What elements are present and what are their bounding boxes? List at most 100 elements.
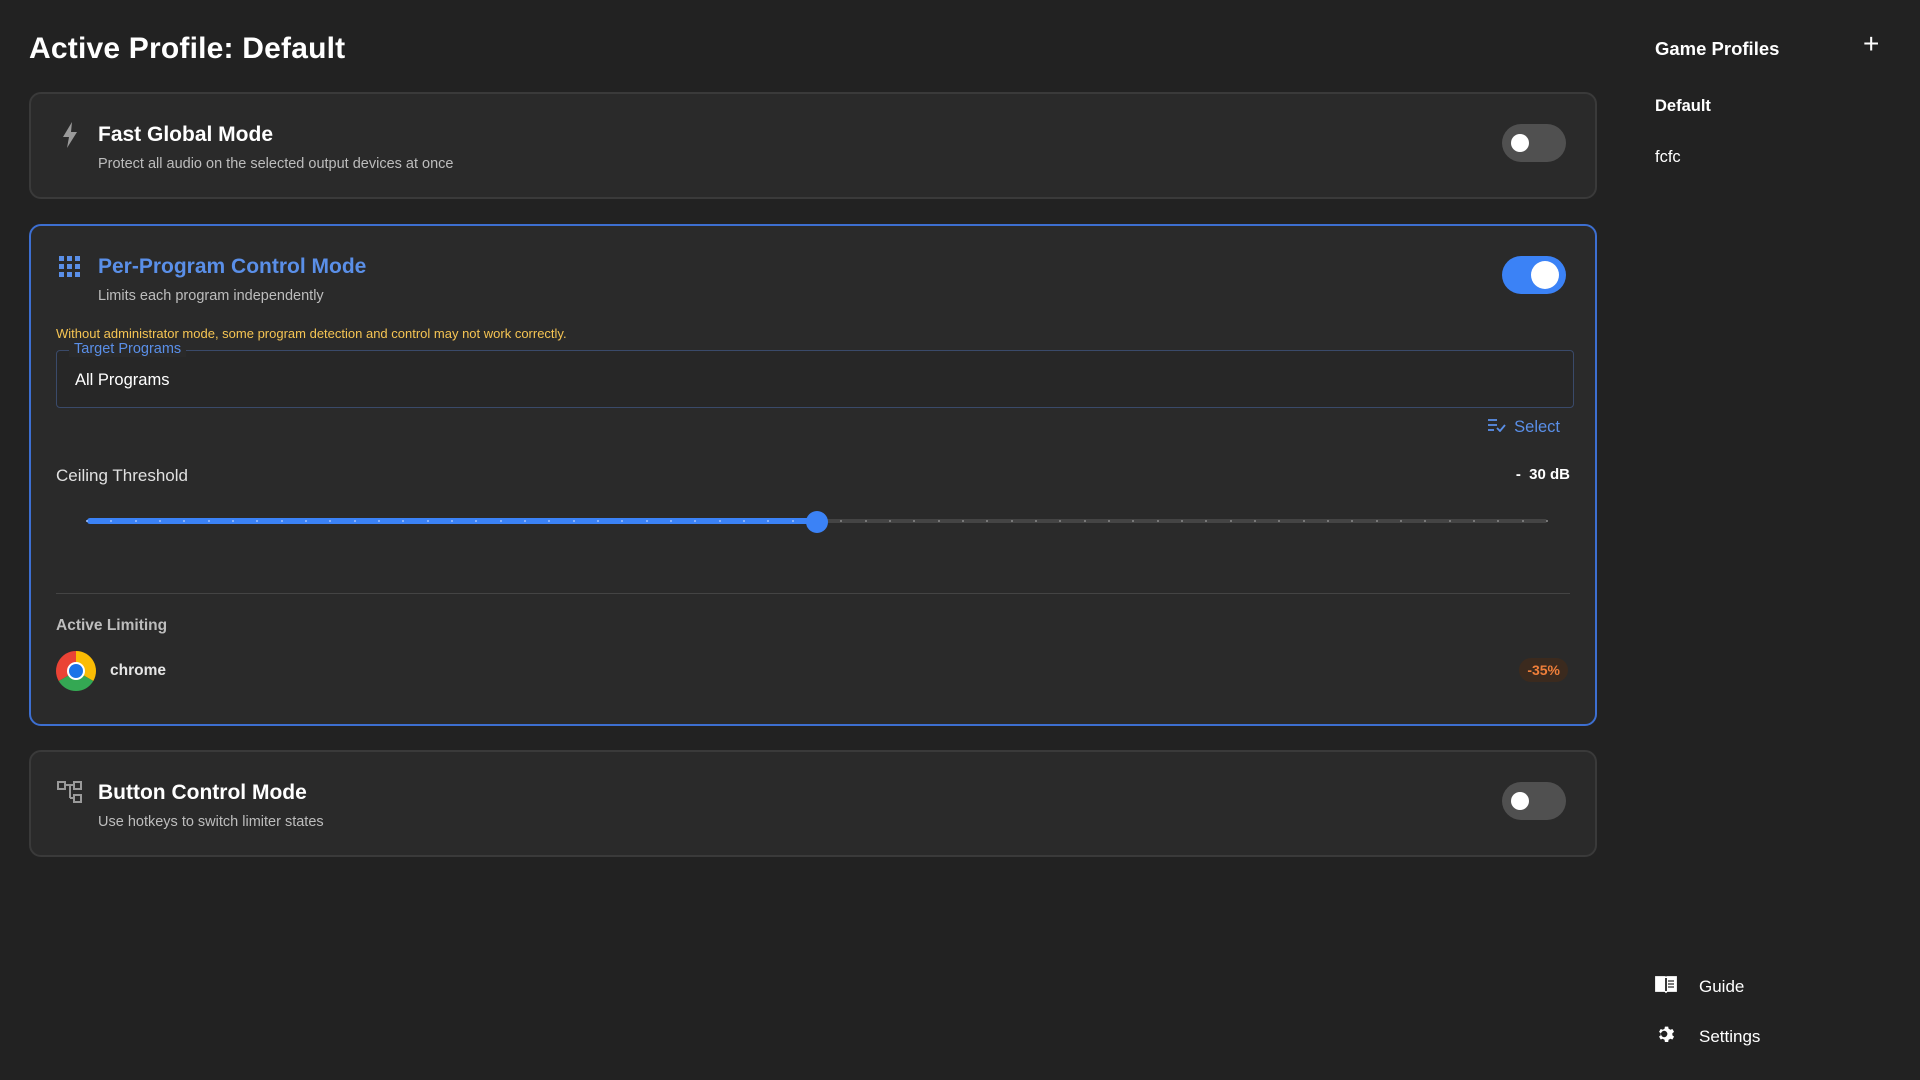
slider-tick — [889, 520, 891, 522]
button-control-mode-subtitle: Use hotkeys to switch limiter states — [98, 814, 324, 830]
per-program-mode-subtitle: Limits each program independently — [98, 288, 324, 304]
slider-tick — [938, 520, 940, 522]
slider-tick — [1449, 520, 1451, 522]
slider-tick — [1522, 520, 1524, 522]
slider-tick — [110, 520, 112, 522]
ceiling-threshold-label: Ceiling Threshold — [56, 466, 188, 485]
toggle-knob — [1511, 134, 1529, 152]
select-programs-button[interactable]: Select — [1488, 418, 1560, 437]
slider-tick — [524, 520, 526, 522]
grid-icon — [59, 256, 81, 280]
slider-tick — [427, 520, 429, 522]
slider-tick — [1059, 520, 1061, 522]
slider-tick — [1546, 520, 1548, 522]
slider-tick — [1157, 520, 1159, 522]
slider-tick — [183, 520, 185, 522]
slider-tick — [694, 520, 696, 522]
slider-tick — [305, 520, 307, 522]
fast-global-mode-card: Fast Global Mode Protect all audio on th… — [29, 92, 1597, 199]
slider-tick — [256, 520, 258, 522]
slider-tick — [865, 520, 867, 522]
target-programs-label: Target Programs — [69, 341, 187, 357]
game-profiles-title: Game Profiles — [1655, 38, 1780, 59]
guide-label: Guide — [1699, 976, 1745, 996]
slider-tick — [1205, 520, 1207, 522]
settings-button[interactable]: Settings — [1655, 1023, 1760, 1050]
slider-tick — [1327, 520, 1329, 522]
page-title: Active Profile: Default — [29, 32, 346, 65]
slider-thumb[interactable] — [806, 511, 828, 533]
slider-tick — [913, 520, 915, 522]
button-control-mode-toggle[interactable] — [1502, 782, 1566, 820]
slider-tick — [281, 520, 283, 522]
slider-tick — [378, 520, 380, 522]
select-label: Select — [1514, 418, 1560, 436]
button-control-mode-title: Button Control Mode — [98, 781, 307, 804]
active-limiting-label: Active Limiting — [56, 617, 168, 634]
slider-tick — [548, 520, 550, 522]
slider-tick — [159, 520, 161, 522]
slider-tick — [1181, 520, 1183, 522]
slider-tick — [792, 520, 794, 522]
slider-tick — [1108, 520, 1110, 522]
ceiling-threshold-slider[interactable] — [86, 511, 1548, 533]
slider-tick — [232, 520, 234, 522]
book-icon — [1655, 973, 1677, 1000]
slider-tick — [621, 520, 623, 522]
slider-tick — [402, 520, 404, 522]
chrome-icon — [56, 651, 96, 691]
slider-tick — [646, 520, 648, 522]
slider-tick — [1084, 520, 1086, 522]
per-program-mode-toggle[interactable] — [1502, 256, 1566, 294]
fast-global-mode-toggle[interactable] — [1502, 124, 1566, 162]
slider-tick — [1424, 520, 1426, 522]
slider-tick — [451, 520, 453, 522]
slider-tick — [1303, 520, 1305, 522]
slider-tick — [743, 520, 745, 522]
slider-tick — [1254, 520, 1256, 522]
slider-tick — [1473, 520, 1475, 522]
slider-tick — [719, 520, 721, 522]
slider-tick — [1351, 520, 1353, 522]
target-programs-value: All Programs — [75, 371, 170, 389]
per-program-control-card: Per-Program Control Mode Limits each pro… — [29, 224, 1597, 726]
ceiling-threshold-value: - 30 dB — [1515, 466, 1570, 483]
slider-tick — [986, 520, 988, 522]
plus-icon[interactable]: + — [1863, 30, 1879, 58]
slider-tick — [597, 520, 599, 522]
slider-tick — [208, 520, 210, 522]
target-programs-field[interactable]: Target Programs All Programs — [56, 341, 1574, 408]
slider-tick — [840, 520, 842, 522]
settings-label: Settings — [1699, 1026, 1761, 1046]
slider-tick — [1497, 520, 1499, 522]
button-control-mode-card: Button Control Mode Use hotkeys to switc… — [29, 750, 1597, 857]
toggle-knob — [1531, 261, 1559, 289]
hotkey-icon — [57, 780, 82, 804]
guide-button[interactable]: Guide — [1655, 973, 1744, 1000]
slider-tick — [767, 520, 769, 522]
slider-tick — [86, 520, 88, 522]
slider-tick — [573, 520, 575, 522]
slider-tick — [500, 520, 502, 522]
section-divider — [56, 593, 1570, 594]
slider-tick — [1011, 520, 1013, 522]
gear-icon — [1655, 1023, 1677, 1050]
fast-global-mode-subtitle: Protect all audio on the selected output… — [98, 156, 454, 172]
slider-tick — [475, 520, 477, 522]
slider-tick — [1278, 520, 1280, 522]
profile-item-fcfc[interactable]: fcfc — [1655, 148, 1681, 167]
slider-tick — [962, 520, 964, 522]
slider-tick — [1376, 520, 1378, 522]
slider-tick — [1230, 520, 1232, 522]
slider-tick — [670, 520, 672, 522]
per-program-mode-title: Per-Program Control Mode — [98, 255, 367, 278]
slider-tick — [1132, 520, 1134, 522]
toggle-knob — [1511, 792, 1529, 810]
slider-tick — [354, 520, 356, 522]
slider-tick — [329, 520, 331, 522]
profile-item-default[interactable]: Default — [1655, 97, 1711, 116]
program-name: chrome — [110, 662, 166, 679]
lightning-icon — [62, 122, 84, 148]
slider-tick — [1400, 520, 1402, 522]
fast-global-mode-title: Fast Global Mode — [98, 123, 274, 146]
